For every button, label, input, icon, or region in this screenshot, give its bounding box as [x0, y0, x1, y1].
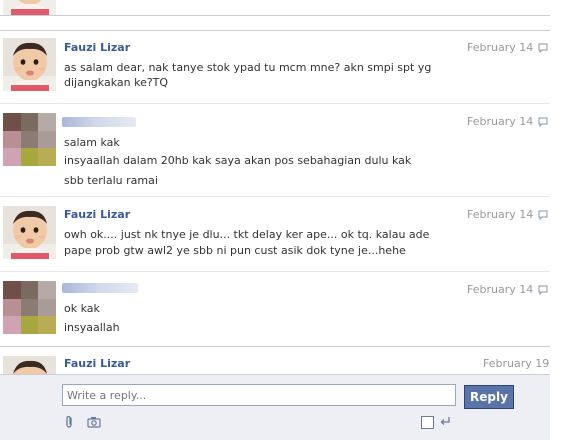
avatar[interactable]	[3, 113, 56, 166]
message-item: February 14 ok kak insyaallah	[0, 271, 550, 346]
message-text: insyaallah dalam 20hb kak saya akan pos …	[64, 154, 412, 167]
reply-arrow-icon[interactable]	[538, 43, 548, 53]
reply-arrow-icon[interactable]	[538, 210, 548, 220]
message-item: Fauzi Lizar February 14 as salam dear, n…	[0, 30, 550, 103]
reply-arrow-icon[interactable]	[538, 117, 548, 127]
sender-name-redacted[interactable]	[62, 283, 138, 293]
message-text: dijangkakan ke?TQ	[64, 76, 169, 89]
sender-name[interactable]: Fauzi Lizar	[64, 41, 130, 54]
message-text: insyaallah	[64, 321, 120, 334]
reply-composer: Reply	[0, 374, 550, 440]
sender-name[interactable]: Fauzi Lizar	[64, 357, 130, 370]
avatar[interactable]	[3, 356, 56, 375]
avatar[interactable]	[3, 206, 56, 259]
paperclip-icon[interactable]	[64, 415, 76, 429]
sender-name[interactable]: Fauzi Lizar	[64, 208, 130, 221]
message-date: February 14	[467, 283, 534, 296]
message-text: pape prob gtw awl2 ye sbb ni pun cust as…	[64, 244, 406, 257]
message-item: Fauzi Lizar February 14 owh ok.... just …	[0, 196, 550, 271]
message-date: February 14	[467, 208, 534, 221]
sender-name-redacted[interactable]	[62, 117, 136, 127]
message-item: Fauzi Lizar February 19	[0, 346, 550, 375]
previous-message-edge	[0, 15, 550, 17]
message-text: ok kak	[64, 302, 100, 315]
message-text: salam kak	[64, 136, 120, 149]
message-item: February 14 salam kak insyaallah dalam 2…	[0, 103, 550, 196]
camera-icon[interactable]	[87, 416, 101, 428]
reply-arrow-icon[interactable]	[538, 285, 548, 295]
previous-avatar-fragment	[3, 0, 56, 15]
message-date: February 14	[467, 115, 534, 128]
pixelated-photo	[3, 113, 56, 166]
reply-button[interactable]: Reply	[464, 385, 514, 409]
message-text: owh ok.... just nk tnye je dlu... tkt de…	[64, 228, 430, 241]
pixelated-photo	[3, 281, 56, 334]
message-text: as salam dear, nak tanye stok ypad tu mc…	[64, 61, 432, 74]
press-enter-checkbox[interactable]	[421, 416, 434, 429]
message-date: February 14	[467, 41, 534, 54]
enter-arrow-icon	[440, 417, 450, 425]
message-text: sbb terlalu ramai	[64, 174, 158, 187]
avatar[interactable]	[3, 38, 56, 91]
reply-input[interactable]	[62, 384, 456, 406]
conversation-thread[interactable]: Fauzi Lizar February 14 as salam dear, n…	[0, 0, 550, 375]
avatar[interactable]	[3, 281, 56, 334]
message-date: February 19	[483, 357, 550, 370]
